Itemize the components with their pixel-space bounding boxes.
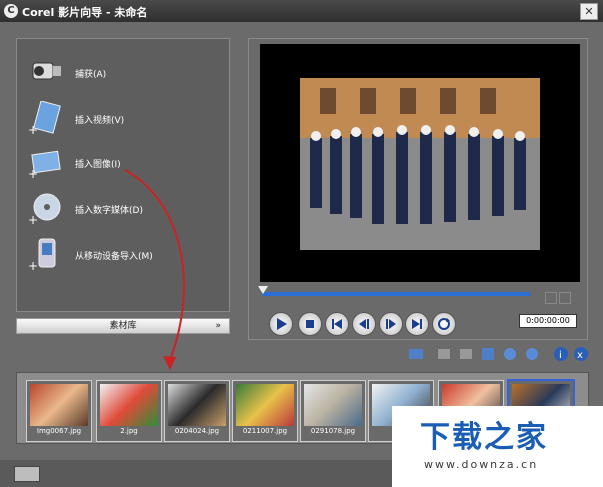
media-thumbnail[interactable]: 0291078.jpg bbox=[300, 380, 366, 442]
stop-icon bbox=[306, 320, 314, 328]
info-icon[interactable]: i bbox=[553, 346, 569, 362]
thumbnail-image bbox=[304, 384, 362, 426]
thumbnail-image bbox=[168, 384, 226, 426]
storyboard-toggle-icon[interactable] bbox=[14, 466, 40, 482]
thumbnail-image bbox=[30, 384, 88, 426]
thumbnail-image bbox=[100, 384, 158, 426]
skip-end-icon bbox=[412, 319, 422, 329]
save-icon[interactable] bbox=[480, 346, 496, 362]
stop-button[interactable] bbox=[298, 312, 322, 336]
sort-icon[interactable] bbox=[408, 346, 424, 362]
delete-icon[interactable]: x bbox=[573, 346, 589, 362]
watermark: 下载之家 www.downza.cn bbox=[392, 406, 603, 487]
thumbnail-caption: Img0067.jpg bbox=[36, 427, 82, 435]
properties-icon[interactable] bbox=[458, 346, 474, 362]
prev-frame-button[interactable] bbox=[352, 312, 376, 336]
go-start-button[interactable] bbox=[325, 312, 349, 336]
mark-out-icon[interactable] bbox=[559, 292, 571, 304]
thumbnail-caption: 2.jpg bbox=[120, 427, 138, 435]
mark-in-icon[interactable] bbox=[545, 292, 557, 304]
thumbnail-caption: 0211007.jpg bbox=[242, 427, 288, 435]
next-frame-button[interactable] bbox=[379, 312, 403, 336]
step-forward-icon bbox=[386, 319, 396, 329]
playback-slider[interactable] bbox=[262, 292, 530, 296]
media-thumbnail[interactable]: 0211007.jpg bbox=[232, 380, 298, 442]
step-back-icon bbox=[359, 319, 369, 329]
trim-markers bbox=[545, 289, 573, 308]
media-thumbnail[interactable]: Img0067.jpg bbox=[26, 380, 92, 442]
insert-to-timeline-icon[interactable] bbox=[436, 346, 452, 362]
preview-image bbox=[300, 78, 540, 250]
play-icon bbox=[277, 318, 287, 330]
thumbnail-caption: 0291078.jpg bbox=[310, 427, 356, 435]
rotate-left-icon[interactable] bbox=[502, 346, 518, 362]
thumbnail-caption: 0204024.jpg bbox=[174, 427, 220, 435]
svg-text:x: x bbox=[577, 350, 583, 361]
timecode-field[interactable]: 0:00:00:00 bbox=[519, 314, 577, 328]
repeat-icon bbox=[438, 318, 450, 330]
repeat-button[interactable] bbox=[432, 312, 456, 336]
svg-text:i: i bbox=[559, 350, 562, 361]
thumbnail-image bbox=[236, 384, 294, 426]
play-button[interactable] bbox=[269, 312, 293, 336]
rotate-right-icon[interactable] bbox=[524, 346, 540, 362]
watermark-url: www.downza.cn bbox=[424, 458, 539, 471]
media-thumbnail[interactable]: 0204024.jpg bbox=[164, 380, 230, 442]
media-thumbnail[interactable]: 2.jpg bbox=[96, 380, 162, 442]
skip-start-icon bbox=[332, 319, 342, 329]
go-end-button[interactable] bbox=[405, 312, 429, 336]
watermark-brand: 下载之家 bbox=[420, 420, 548, 455]
